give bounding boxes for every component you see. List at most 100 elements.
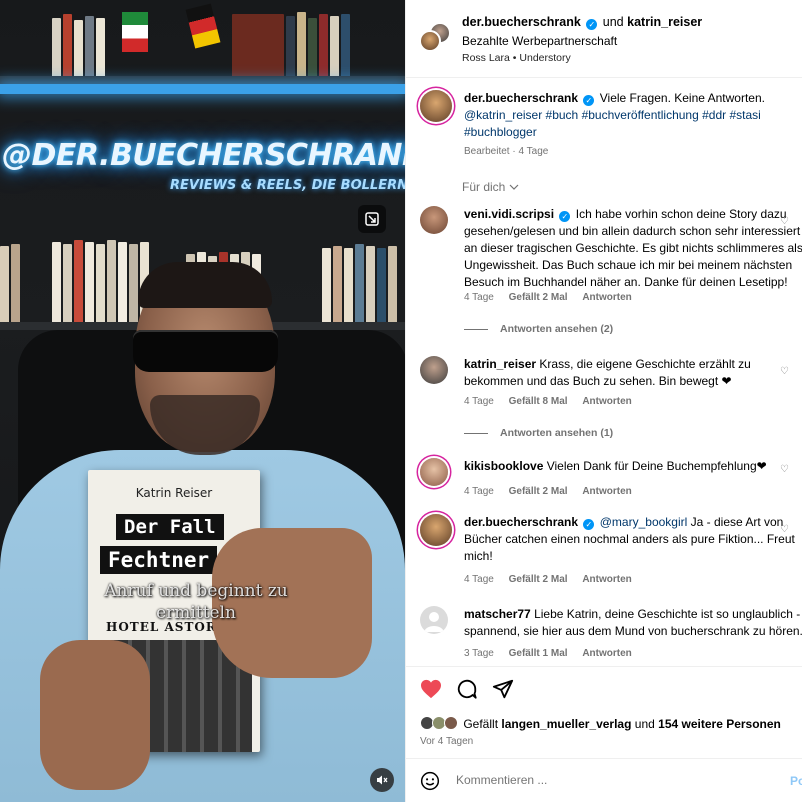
- caption-meta: Bearbeitet · 4 Tage: [464, 146, 560, 157]
- expand-icon-glyph: [365, 212, 379, 226]
- comment-username[interactable]: matscher77: [464, 607, 531, 621]
- comment-sort-dropdown[interactable]: Für dich: [462, 180, 519, 194]
- person-left-hand: [40, 640, 150, 790]
- caption-hashtags[interactable]: @katrin_reiser #buch #buchveröffentlichu…: [464, 108, 761, 139]
- liker-avatar: [444, 716, 458, 730]
- comment-reply-button[interactable]: Antworten: [582, 396, 631, 407]
- comment-body: matscher77 Liebe Katrin, deine Geschicht…: [464, 606, 802, 640]
- chevron-down-icon: [509, 184, 519, 190]
- post-actions: [420, 678, 514, 700]
- expand-icon[interactable]: [358, 205, 386, 233]
- comment-avatar-default[interactable]: [420, 606, 448, 634]
- sunglasses: [133, 330, 278, 372]
- comment-username[interactable]: der.buecherschrank: [464, 515, 578, 529]
- share-send-icon[interactable]: [492, 678, 514, 700]
- comment-like-icon[interactable]: ♡: [780, 524, 790, 535]
- comment-reply-button[interactable]: Antworten: [582, 574, 631, 585]
- neon-sign-subtitle: REVIEWS & REELS, DIE BOLLERN: [170, 178, 405, 193]
- view-replies-button[interactable]: Antworten ansehen (1): [464, 427, 613, 439]
- comment-time: 4 Tage: [464, 292, 494, 303]
- post-date[interactable]: Vor 4 Tagen: [420, 736, 473, 747]
- post-details-panel: der.buecherschrank ✓ und katrin_reiser B…: [405, 0, 802, 802]
- comment-avatar[interactable]: [420, 514, 452, 546]
- like-heart-icon[interactable]: [420, 678, 442, 700]
- books-middle-far-right: [322, 244, 397, 326]
- books-middle-center: [52, 240, 149, 324]
- author-link-2[interactable]: katrin_reiser: [627, 15, 702, 29]
- comment-likes[interactable]: Gefällt 2 Mal: [509, 574, 568, 585]
- audio-separator: •: [512, 52, 517, 64]
- neon-sign: @DER.BUECHERSCHRANK: [2, 138, 405, 173]
- likes-summary: Gefällt langen_mueller_verlag und 154 we…: [420, 716, 781, 731]
- post-comment-button[interactable]: Po: [790, 774, 802, 788]
- verified-icon: ✓: [586, 19, 598, 30]
- comment-time: 4 Tage: [464, 396, 494, 407]
- avatar-der-buecherschrank[interactable]: [419, 30, 441, 52]
- audio-info[interactable]: Ross Lara • Understory: [462, 52, 571, 64]
- comment-icon: [457, 679, 477, 699]
- comment-like-icon[interactable]: ♡: [780, 216, 790, 227]
- shelf-top: [0, 76, 405, 84]
- comment-body: der.buecherschrank ✓ @mary_bookgirl Ja -…: [464, 514, 802, 565]
- books-middle-left: [0, 244, 20, 324]
- comment-composer: Po: [406, 758, 802, 802]
- audio-artist[interactable]: Ross Lara: [462, 52, 510, 64]
- collab-avatars[interactable]: [419, 22, 451, 54]
- comment-meta: 4 Tage Gefällt 8 Mal Antworten: [464, 396, 644, 407]
- comment-body: katrin_reiser Krass, die eigene Geschich…: [464, 356, 802, 390]
- liker-avatars[interactable]: [420, 716, 460, 730]
- comment-like-icon[interactable]: ♡: [780, 464, 790, 475]
- comment-text: Vielen Dank für Deine Buchempfehlung❤: [546, 459, 767, 473]
- comment-likes[interactable]: Gefällt 8 Mal: [509, 396, 568, 407]
- comment-input[interactable]: [456, 773, 611, 787]
- mute-icon[interactable]: [370, 768, 394, 792]
- heart-filled-icon: [421, 679, 441, 699]
- caption-text: Viele Fragen. Keine Antworten.: [599, 91, 765, 105]
- default-avatar-icon: [424, 612, 444, 632]
- comment-meta: 4 Tage Gefällt 2 Mal Antworten: [464, 486, 644, 497]
- comment-avatar[interactable]: [420, 356, 448, 384]
- comment-reply-button[interactable]: Antworten: [582, 292, 631, 303]
- book-title-line1: Der Fall: [116, 514, 224, 540]
- caption-username[interactable]: der.buecherschrank: [464, 91, 578, 105]
- neon-light-strip: [0, 84, 405, 94]
- video-subtitle-line1: Anruf und beginnt zu: [104, 581, 288, 601]
- likes-prefix: Gefällt: [463, 717, 499, 731]
- view-replies-button[interactable]: Antworten ansehen (2): [464, 323, 613, 335]
- verified-icon: ✓: [583, 519, 595, 530]
- person-hair: [138, 262, 272, 308]
- paid-partnership-label[interactable]: Bezahlte Werbepartnerschaft: [462, 34, 617, 48]
- comment-username[interactable]: kikisbooklove: [464, 459, 543, 473]
- comment-mention[interactable]: @mary_bookgirl: [600, 515, 688, 529]
- likes-and: und: [634, 717, 655, 731]
- actions-divider: [406, 666, 802, 667]
- mute-icon-glyph: [377, 775, 388, 785]
- authors-and: und: [602, 15, 624, 29]
- comment-likes[interactable]: Gefällt 2 Mal: [509, 486, 568, 497]
- comment-username[interactable]: katrin_reiser: [464, 357, 536, 371]
- flag-iran: [122, 12, 148, 52]
- post-media-video[interactable]: @DER.BUECHERSCHRANK REVIEWS & REELS, DIE…: [0, 0, 405, 802]
- likes-user-link[interactable]: langen_mueller_verlag: [501, 717, 631, 731]
- comment-like-icon[interactable]: ♡: [780, 366, 790, 377]
- author-link-1[interactable]: der.buecherschrank: [462, 15, 581, 29]
- comment-avatar[interactable]: [420, 206, 448, 234]
- comment-body: veni.vidi.scripsi ✓ Ich habe vorhin scho…: [464, 206, 802, 291]
- comment-avatar[interactable]: [420, 458, 448, 486]
- audio-track[interactable]: Understory: [519, 52, 570, 64]
- comment-reply-button[interactable]: Antworten: [582, 486, 631, 497]
- comment-likes[interactable]: Gefällt 2 Mal: [509, 292, 568, 303]
- comment-time: 4 Tage: [464, 574, 494, 585]
- comment-meta: 4 Tage Gefällt 2 Mal Antworten: [464, 574, 644, 585]
- comment-body: kikisbooklove Vielen Dank für Deine Buch…: [464, 458, 802, 475]
- comment-bubble-icon[interactable]: [456, 678, 478, 700]
- books-top-right: [232, 12, 350, 78]
- caption-avatar[interactable]: [420, 90, 452, 122]
- comment-reply-button[interactable]: Antworten: [582, 648, 631, 659]
- comment-username[interactable]: veni.vidi.scripsi: [464, 207, 554, 221]
- emoji-icon[interactable]: [420, 771, 440, 791]
- comment-likes[interactable]: Gefällt 1 Mal: [509, 648, 568, 659]
- comment-meta: 4 Tage Gefällt 2 Mal Antworten: [464, 292, 644, 303]
- video-subtitle: Anruf und beginnt zu ermitteln: [76, 580, 316, 624]
- likes-others-link[interactable]: 154 weitere Personen: [658, 717, 781, 731]
